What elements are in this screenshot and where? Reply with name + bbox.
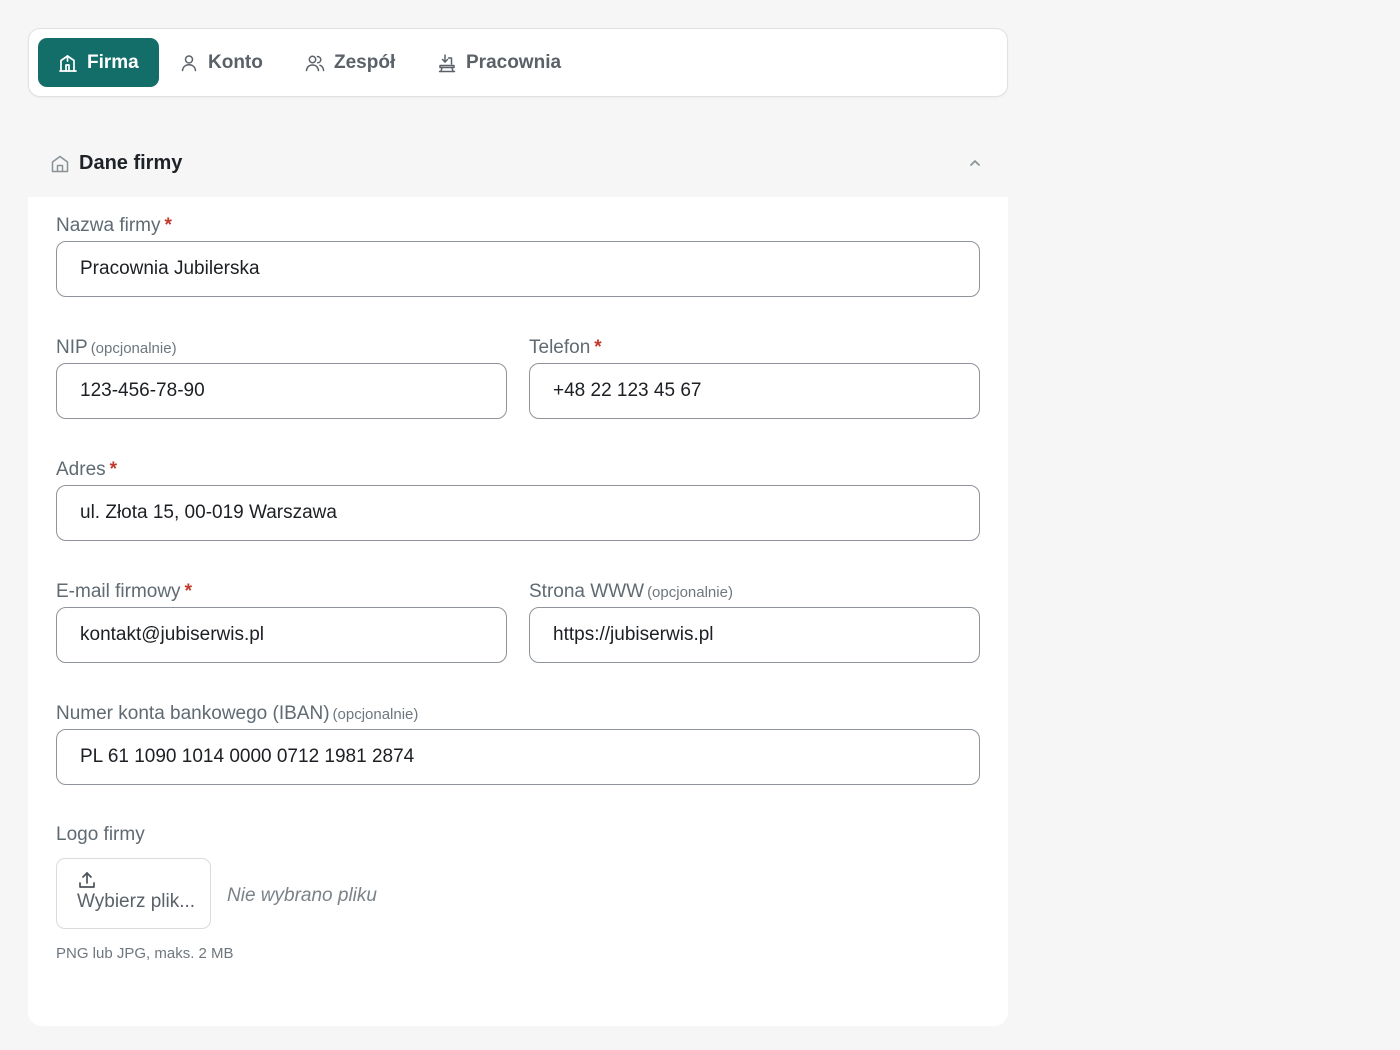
email-label: E-mail firmowy *: [56, 581, 192, 602]
tab-zespol[interactable]: Zespół: [285, 38, 415, 87]
company-name-label: Nazwa firmy *: [56, 215, 172, 236]
collapse-button[interactable]: [964, 152, 986, 174]
address-field: Adres *: [56, 458, 980, 551]
tab-pracownia[interactable]: Pracownia: [417, 38, 581, 87]
company-form-card: Nazwa firmy* NIP(opcjonalnie) Telefon* A…: [28, 197, 1008, 1026]
building-icon: [59, 54, 77, 72]
tab-konto[interactable]: Konto: [159, 38, 283, 87]
section-header[interactable]: Dane firmy: [28, 130, 1008, 197]
phone-field: Telefon *: [529, 336, 980, 429]
home-icon: [51, 155, 69, 172]
tab-firma-label: Firma: [87, 51, 139, 73]
choose-file-button[interactable]: Wybierz plik...: [56, 858, 211, 929]
nip-label: NIP (opcjonalnie): [56, 337, 177, 358]
required-marker: *: [184, 581, 192, 602]
required-marker: *: [164, 215, 172, 236]
chevron-up-icon: [970, 160, 980, 166]
email-input[interactable]: [56, 607, 507, 663]
phone-label: Telefon *: [529, 337, 602, 358]
iban-label: Numer konta bankowego (IBAN) (opcjonalnie…: [56, 703, 419, 724]
tab-firma[interactable]: Firma: [38, 38, 159, 87]
tab-pracownia-label: Pracownia: [466, 51, 562, 73]
tab-zespol-label: Zespół: [334, 51, 396, 73]
iban-input[interactable]: [56, 729, 980, 785]
address-label: Adres *: [56, 459, 118, 480]
upload-icon: [79, 872, 95, 888]
required-marker: *: [594, 337, 602, 358]
required-marker: *: [109, 459, 118, 480]
website-field: Strona WWW (opcjonalnie): [529, 580, 980, 673]
file-format-hint: PNG lub JPG, maks. 2 MB: [56, 945, 234, 962]
section-title: Dane firmy: [79, 152, 183, 174]
user-icon: [181, 54, 197, 71]
tab-konto-label: Konto: [208, 51, 263, 73]
nip-input[interactable]: [56, 363, 507, 419]
company-name-input[interactable]: [56, 241, 980, 297]
logo-field: Logo firmy Wybierz plik... Nie wybrano p…: [56, 823, 980, 973]
email-field: E-mail firmowy *: [56, 580, 507, 673]
iban-field: Numer konta bankowego (IBAN) (opcjonalnie…: [56, 702, 980, 795]
file-status-text: Nie wybrano pliku: [227, 885, 377, 906]
settings-tab-bar: Firma Konto Zespół Pracownia: [28, 28, 1008, 97]
optional-marker: (opcjonalnie): [90, 340, 177, 357]
choose-file-label: Wybierz plik...: [77, 891, 196, 912]
workbench-icon: [438, 53, 456, 72]
optional-marker: (opcjonalnie): [332, 706, 419, 723]
nip-field: NIP (opcjonalnie): [56, 336, 507, 429]
logo-label: Logo firmy: [56, 824, 145, 845]
website-input[interactable]: [529, 607, 980, 663]
website-label: Strona WWW (opcjonalnie): [529, 581, 733, 602]
company-name-field: Nazwa firmy *: [56, 214, 980, 307]
optional-marker: (opcjonalnie): [647, 584, 733, 601]
address-input[interactable]: [56, 485, 980, 541]
users-icon: [305, 55, 325, 71]
phone-input[interactable]: [529, 363, 980, 419]
